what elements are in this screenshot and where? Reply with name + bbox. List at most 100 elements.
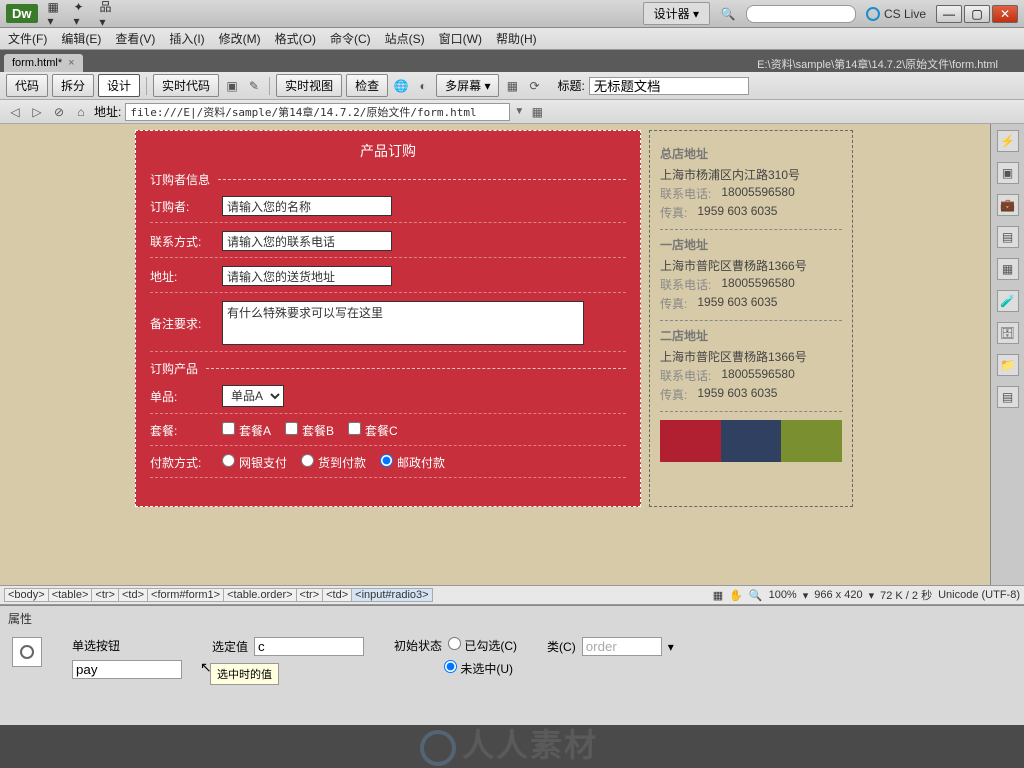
order-form: 产品订购 订购者信息 订购者: 联系方式: 地址: 备注要求:有什么特殊要求可以… (135, 130, 641, 507)
buyer-input[interactable] (222, 196, 392, 216)
tag-crumb-selected[interactable]: <input#radio3> (351, 588, 432, 602)
watermark: 人人素材 (420, 720, 598, 766)
selected-value-input[interactable] (254, 637, 364, 656)
combo-c[interactable]: 套餐C (348, 422, 398, 439)
store2-title: 一店地址 (660, 236, 842, 253)
multiscreen-button[interactable]: 多屏幕 ▾ (436, 74, 499, 97)
toolbar-icon[interactable]: ✎ (245, 77, 263, 95)
layout-icon[interactable]: ▦ ▾ (48, 6, 64, 22)
panel-icon[interactable]: ▣ (997, 162, 1019, 184)
home-icon[interactable]: ⌂ (72, 103, 90, 121)
live-code-button[interactable]: 实时代码 (153, 74, 219, 97)
note-label: 备注要求: (150, 315, 212, 332)
contact-input[interactable] (222, 231, 392, 251)
menu-insert[interactable]: 插入(I) (169, 30, 204, 47)
view-split-button[interactable]: 拆分 (52, 74, 94, 97)
tab-close-icon[interactable]: × (68, 57, 74, 69)
fruit-images (660, 420, 842, 462)
class-select[interactable] (582, 637, 662, 656)
panel-icon[interactable]: ▤ (997, 386, 1019, 408)
single-select[interactable]: 单品A (222, 385, 284, 407)
page-size: 72 K / 2 秒 (880, 587, 932, 603)
tooltip: 选中时的值 (210, 663, 279, 685)
panel-icon[interactable]: 🧪 (997, 290, 1019, 312)
menu-file[interactable]: 文件(F) (8, 30, 47, 47)
properties-title: 属性 (8, 610, 1016, 627)
document-tab[interactable]: form.html* × (4, 54, 83, 72)
site-icon[interactable]: 品 ▾ (100, 6, 116, 22)
pay-postal[interactable]: 邮政付款 (380, 454, 445, 471)
tag-crumb[interactable]: <body> (4, 588, 49, 602)
stop-icon[interactable]: ⊘ (50, 103, 68, 121)
menu-command[interactable]: 命令(C) (330, 30, 371, 47)
panel-icon[interactable]: 🗄 (997, 322, 1019, 344)
toolbar-icon[interactable]: ▦ (503, 77, 521, 95)
zoom-tool-icon[interactable]: 🔍 (749, 589, 763, 602)
panel-icon[interactable]: ⚡ (997, 130, 1019, 152)
search-input[interactable] (746, 5, 856, 23)
encoding: Unicode (UTF-8) (938, 589, 1020, 601)
pay-label: 付款方式: (150, 454, 212, 471)
globe-icon[interactable]: 🌐 (392, 77, 410, 95)
view-design-button[interactable]: 设计 (98, 74, 140, 97)
address-input[interactable] (125, 103, 510, 121)
pointer-tool-icon[interactable]: ▦ (713, 589, 723, 602)
document-path: E:\资料\sample\第14章\14.7.2\原始文件\form.html (757, 56, 998, 72)
menu-site[interactable]: 站点(S) (385, 30, 425, 47)
tag-crumb[interactable]: <td> (322, 588, 352, 602)
maximize-button[interactable]: ▢ (964, 5, 990, 23)
address-dropdown-icon[interactable]: ▼ (514, 106, 524, 117)
state-checked[interactable]: 已勾选(C) (448, 637, 517, 654)
section-products: 订购产品 (150, 360, 198, 377)
tag-crumb[interactable]: <table.order> (223, 588, 296, 602)
note-textarea[interactable]: 有什么特殊要求可以写在这里 (222, 301, 584, 345)
hand-tool-icon[interactable]: ✋ (729, 589, 743, 602)
tag-crumb[interactable]: <td> (118, 588, 148, 602)
view-code-button[interactable]: 代码 (6, 74, 48, 97)
forward-icon[interactable]: ▷ (28, 103, 46, 121)
inspect-button[interactable]: 检查 (346, 74, 388, 97)
minimize-button[interactable]: — (936, 5, 962, 23)
menu-format[interactable]: 格式(O) (275, 30, 316, 47)
search-icon: 🔍 (720, 6, 736, 22)
tag-crumb[interactable]: <tr> (91, 588, 119, 602)
window-size: 966 x 420 (814, 589, 862, 601)
tag-crumb[interactable]: <form#form1> (147, 588, 224, 602)
zoom-value[interactable]: 100% (769, 589, 797, 601)
cslive-button[interactable]: CS Live (866, 7, 926, 21)
back-icon[interactable]: ◁ (6, 103, 24, 121)
extension-icon[interactable]: ✦ ▾ (74, 6, 90, 22)
menu-window[interactable]: 窗口(W) (439, 30, 482, 47)
panel-icon[interactable]: 💼 (997, 194, 1019, 216)
menu-view[interactable]: 查看(V) (115, 30, 155, 47)
panel-icon[interactable]: ▤ (997, 226, 1019, 248)
state-unchecked[interactable]: 未选中(U) (444, 660, 513, 677)
combo-a[interactable]: 套餐A (222, 422, 271, 439)
design-view[interactable]: 产品订购 订购者信息 订购者: 联系方式: 地址: 备注要求:有什么特殊要求可以… (0, 124, 990, 585)
panel-icon[interactable]: ▦ (997, 258, 1019, 280)
address-input[interactable] (222, 266, 392, 286)
live-view-button[interactable]: 实时视图 (276, 74, 342, 97)
toolbar-icon[interactable]: ▣ (223, 77, 241, 95)
contact-label: 联系方式: (150, 233, 212, 250)
pay-online[interactable]: 网银支付 (222, 454, 287, 471)
refresh-icon[interactable]: ⟳ (525, 77, 543, 95)
menu-help[interactable]: 帮助(H) (496, 30, 537, 47)
tag-crumb[interactable]: <tr> (296, 588, 324, 602)
document-title-input[interactable] (589, 77, 749, 95)
combo-b[interactable]: 套餐B (285, 422, 334, 439)
tag-crumb[interactable]: <table> (48, 588, 93, 602)
panel-icon[interactable]: 📁 (997, 354, 1019, 376)
menu-edit[interactable]: 编辑(E) (61, 30, 101, 47)
store3-address: 上海市普陀区曹杨路1366号 (660, 348, 842, 365)
address-label: 地址: (150, 268, 212, 285)
element-name-input[interactable] (72, 660, 182, 679)
grid-icon[interactable]: ▦ (528, 103, 546, 121)
toolbar-icon[interactable]: ◐ (414, 77, 432, 95)
pay-cod[interactable]: 货到付款 (301, 454, 366, 471)
address-bar: ◁ ▷ ⊘ ⌂ 地址: ▼ ▦ (0, 100, 1024, 124)
close-button[interactable]: ✕ (992, 5, 1018, 23)
menu-modify[interactable]: 修改(M) (219, 30, 261, 47)
store1-title: 总店地址 (660, 145, 842, 162)
workspace-switcher[interactable]: 设计器 ▾ (643, 2, 710, 25)
